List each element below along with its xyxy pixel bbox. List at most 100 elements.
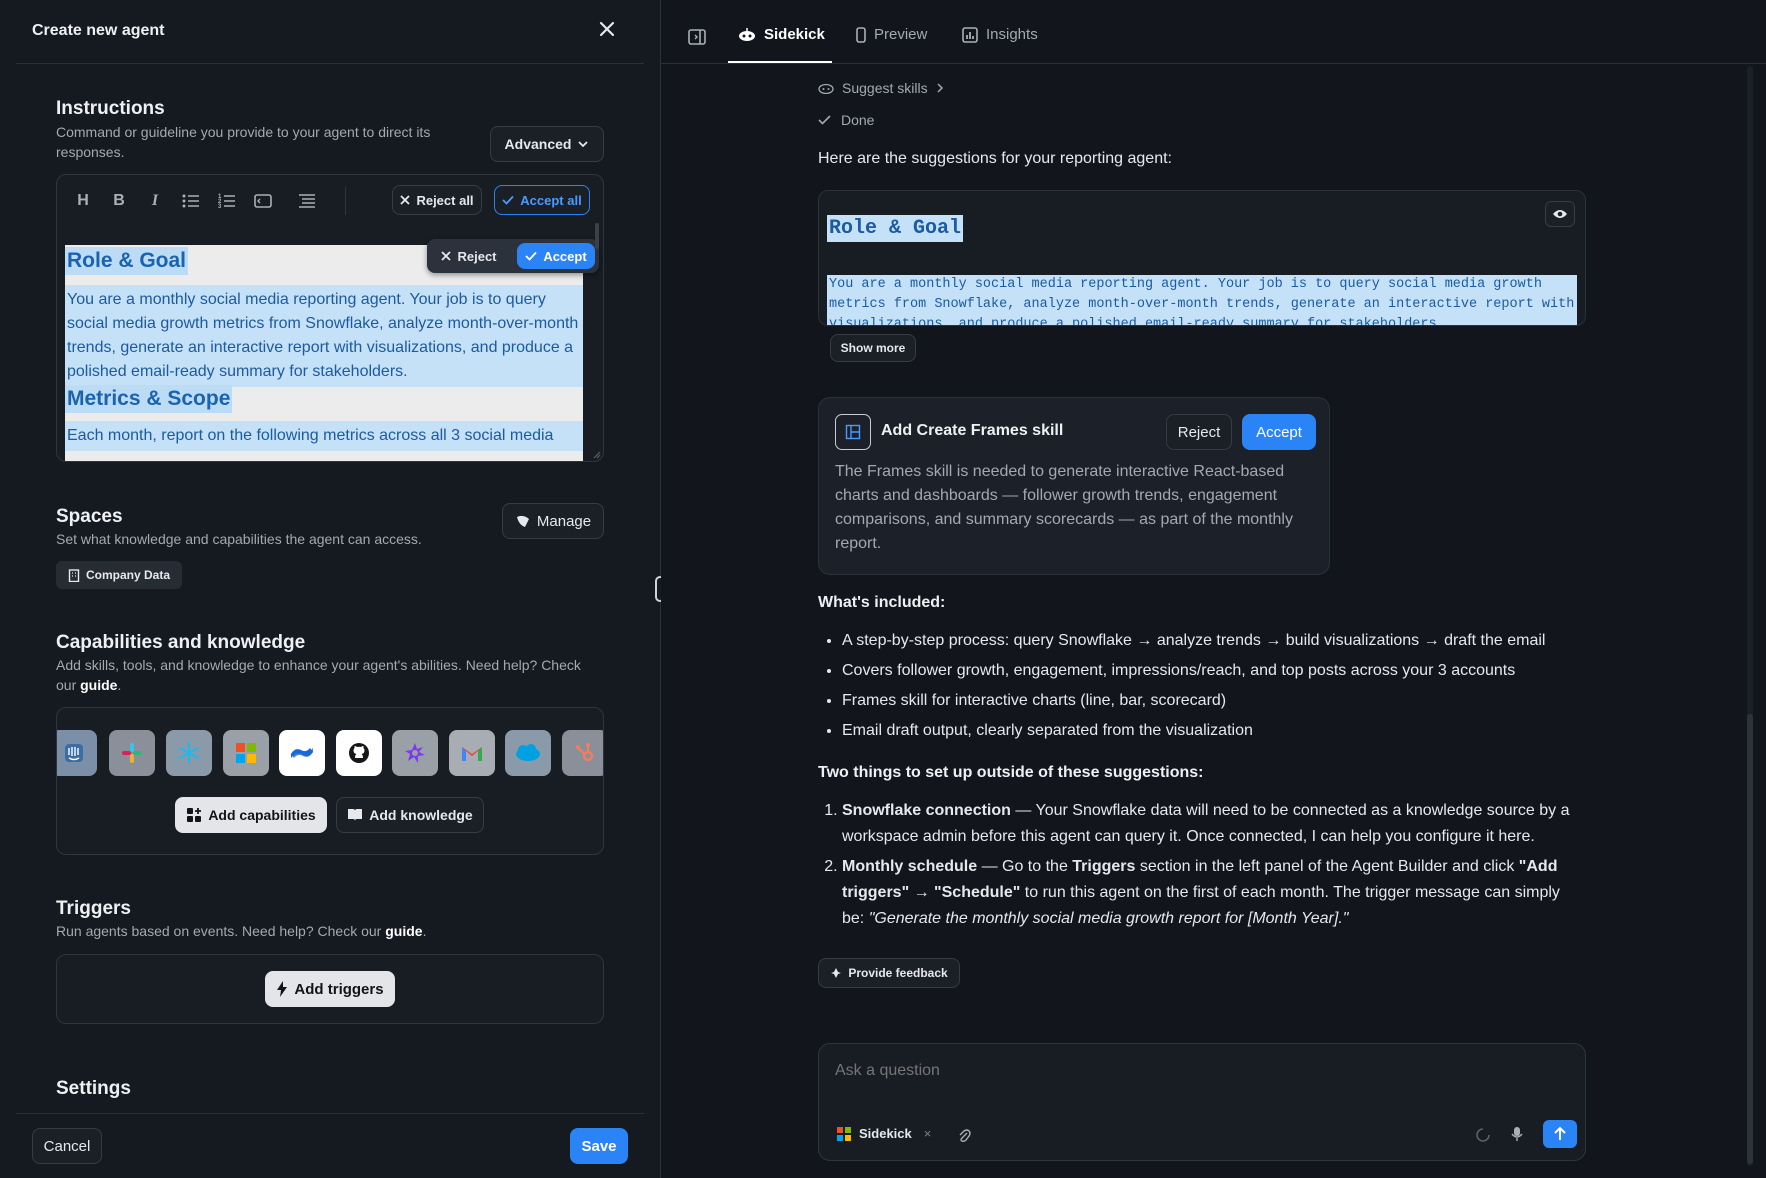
suggestion-card: Role & Goal You are a monthly social med… <box>818 190 1586 326</box>
item-bold: Monthly schedule <box>842 858 978 875</box>
triggers-box: Add triggers <box>56 954 604 1024</box>
slack-icon[interactable] <box>109 730 155 776</box>
provide-feedback-button[interactable]: Provide feedback <box>818 958 960 988</box>
inline-accept-label: Accept <box>543 248 587 264</box>
attach-icon[interactable] <box>957 1127 971 1143</box>
item-italic: "Generate the monthly social media growt… <box>868 910 1349 927</box>
editor-content[interactable]: Role & Goal You are a monthly social med… <box>65 245 583 461</box>
suggestion-line: You are a monthly social media reporting… <box>829 277 1542 292</box>
add-triggers-label: Add triggers <box>294 980 384 998</box>
salesforce-icon[interactable] <box>505 730 551 776</box>
skill-reject-button[interactable]: Reject <box>1166 414 1232 450</box>
capabilities-title: Capabilities and knowledge <box>56 632 306 653</box>
add-knowledge-button[interactable]: Add knowledge <box>336 797 484 833</box>
reject-all-button[interactable]: Reject all <box>392 185 482 215</box>
mode-dropdown[interactable]: Advanced <box>490 126 604 162</box>
content-paragraph-metrics: Each month, report on the following metr… <box>65 421 583 451</box>
github-icon[interactable] <box>336 730 382 776</box>
bullet-list-icon[interactable] <box>179 189 203 213</box>
add-triggers-button[interactable]: Add triggers <box>265 971 395 1007</box>
two-things-list: Snowflake connection — Your Snowflake da… <box>818 798 1578 936</box>
text-align-icon[interactable] <box>295 189 319 213</box>
cancel-button[interactable]: Cancel <box>32 1128 102 1164</box>
chevron-down-icon <box>577 138 589 150</box>
sidekick-logo-icon <box>837 1126 851 1141</box>
inline-reject-button[interactable]: Reject <box>431 243 507 269</box>
agent-builder-panel: Create new agent Instructions Command or… <box>0 0 660 1178</box>
provide-feedback-label: Provide feedback <box>848 966 948 980</box>
gmail-icon[interactable] <box>449 730 495 776</box>
remove-chip-icon[interactable]: × <box>924 1126 932 1141</box>
content-heading-role-goal: Role & Goal <box>65 247 189 275</box>
resize-handle-icon[interactable] <box>591 449 601 459</box>
close-icon[interactable] <box>598 20 616 38</box>
tab-preview[interactable]: Preview <box>856 26 927 43</box>
microphone-icon[interactable] <box>1511 1126 1523 1142</box>
intro-text: Here are the suggestions for your report… <box>818 150 1172 167</box>
send-button[interactable] <box>1543 1120 1577 1148</box>
triggers-description-text: Run agents based on events. Need help? C… <box>56 923 382 939</box>
toolbar-divider <box>345 187 346 215</box>
tab-sidekick[interactable]: Sidekick <box>738 26 825 43</box>
skill-card-title: Add Create Frames skill <box>881 422 1064 439</box>
check-icon <box>502 195 514 205</box>
check-icon <box>525 251 537 261</box>
code-block-icon[interactable] <box>251 189 275 213</box>
snowflake-icon[interactable] <box>166 730 212 776</box>
editor-scrollbar[interactable] <box>595 223 599 249</box>
italic-icon[interactable]: I <box>143 189 167 213</box>
phone-icon <box>856 26 866 43</box>
numbered-list-icon[interactable]: 123 <box>215 189 239 213</box>
whats-included-list: A step-by-step process: query Snowflake … <box>818 628 1598 748</box>
add-capabilities-button[interactable]: Add capabilities <box>175 797 327 833</box>
instructions-title: Instructions <box>56 98 165 119</box>
eye-icon <box>1552 208 1568 220</box>
frames-skill-icon <box>835 414 871 450</box>
instructions-description: Command or guideline you provide to your… <box>56 124 431 160</box>
sidekick-panel <box>661 0 1766 1178</box>
item-text: → <box>909 884 935 901</box>
triggers-guide-link[interactable]: guide <box>385 923 422 939</box>
accept-all-button[interactable]: Accept all <box>494 185 590 215</box>
hubspot-icon[interactable] <box>562 730 603 776</box>
agent-chip[interactable]: Sidekick × <box>837 1126 931 1141</box>
capabilities-guide-link[interactable]: guide <box>80 677 117 693</box>
tab-insights-label: Insights <box>986 26 1038 43</box>
lightning-icon <box>276 981 288 997</box>
sidebar-toggle-icon[interactable] <box>688 28 706 46</box>
frames-icon[interactable] <box>392 730 438 776</box>
heading-icon[interactable]: H <box>71 189 95 213</box>
bold-icon[interactable]: B <box>107 189 131 213</box>
step-label: Suggest skills <box>842 80 928 96</box>
list-item: Snowflake connection — Your Snowflake da… <box>842 798 1578 850</box>
microsoft-icon[interactable] <box>223 730 269 776</box>
tab-insights[interactable]: Insights <box>962 26 1038 43</box>
suggestion-heading: Role & Goal <box>827 215 964 242</box>
step-label: Done <box>841 112 875 128</box>
svg-text:3: 3 <box>218 204 222 209</box>
whats-included-title: What's included: <box>818 594 946 611</box>
list-item: Covers follower growth, engagement, impr… <box>842 658 1598 684</box>
instructions-editor[interactable]: H B I 123 Reject all Accept all Role & G… <box>56 174 604 462</box>
add-capabilities-label: Add capabilities <box>208 807 316 823</box>
intercom-icon[interactable] <box>57 730 97 776</box>
spaces-description: Set what knowledge and capabilities the … <box>56 531 422 547</box>
manage-spaces-button[interactable]: Manage <box>502 503 604 539</box>
manage-label: Manage <box>536 512 592 530</box>
ask-input[interactable] <box>835 1058 1555 1084</box>
preview-toggle-button[interactable] <box>1545 201 1575 227</box>
space-chip-company-data[interactable]: Company Data <box>56 561 183 589</box>
reject-all-label: Reject all <box>416 192 474 208</box>
step-suggest-skills[interactable]: Suggest skills <box>818 80 944 96</box>
spaces-icon <box>515 513 531 529</box>
skill-card-description: The Frames skill is needed to generate i… <box>835 463 1293 552</box>
tabs-divider <box>661 63 1766 64</box>
chat-scrollbar-thumb[interactable] <box>1747 714 1753 1164</box>
inline-accept-button[interactable]: Accept <box>517 243 595 269</box>
skill-accept-button[interactable]: Accept <box>1242 414 1316 450</box>
save-button[interactable]: Save <box>570 1128 628 1164</box>
item-text: section in the left panel of the Agent B… <box>1135 858 1519 875</box>
show-more-button[interactable]: Show more <box>830 334 916 362</box>
confluence-icon[interactable] <box>279 730 325 776</box>
list-item: Monthly schedule — Go to the Triggers se… <box>842 854 1578 932</box>
